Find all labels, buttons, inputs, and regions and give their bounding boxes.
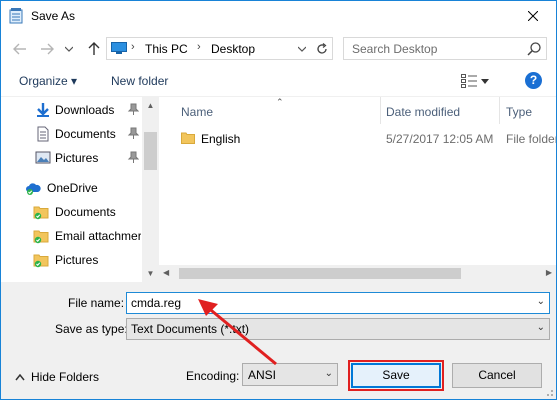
- chevron-down-icon[interactable]: ⌄: [537, 296, 545, 307]
- file-name-label: File name:: [68, 296, 125, 310]
- nav-item-email-attachments[interactable]: Email attachmer: [1, 225, 141, 247]
- close-button[interactable]: [510, 1, 556, 31]
- nav-item-label: Email attachmer: [55, 229, 141, 243]
- details-view-icon: [461, 74, 477, 88]
- refresh-button[interactable]: [313, 40, 331, 58]
- navigation-pane: Downloads Documents Pictures OneDrive Do…: [1, 97, 159, 282]
- nav-item-documents[interactable]: Documents: [1, 123, 141, 145]
- pictures-icon: [35, 151, 51, 164]
- save-as-type-select[interactable]: Text Documents (*.txt) ⌄: [126, 318, 550, 340]
- new-folder-button[interactable]: New folder: [111, 74, 168, 88]
- hide-folders-button[interactable]: Hide Folders: [15, 370, 99, 384]
- title-bar: Save As: [1, 1, 556, 32]
- nav-item-label: Documents: [55, 205, 116, 219]
- nav-item-pictures[interactable]: Pictures: [1, 147, 141, 169]
- pin-icon: [127, 127, 139, 139]
- arrow-up-icon: [88, 42, 100, 55]
- address-dropdown-button[interactable]: [295, 41, 309, 57]
- close-icon: [528, 11, 538, 21]
- forward-button[interactable]: [38, 40, 56, 58]
- back-button[interactable]: [11, 40, 29, 58]
- folder-synced-icon: [33, 254, 49, 268]
- column-divider[interactable]: [380, 97, 381, 124]
- folder-synced-icon: [33, 230, 49, 244]
- save-as-type-label: Save as type:: [55, 322, 128, 336]
- address-bar[interactable]: › This PC › Desktop: [106, 37, 333, 60]
- annotation-arrow: [198, 299, 277, 366]
- chevron-down-icon: [298, 46, 306, 52]
- nav-item-onedrive-pictures[interactable]: Pictures: [1, 249, 141, 271]
- file-date: 5/27/2017 12:05 AM: [386, 132, 494, 146]
- file-type: File folder: [506, 132, 556, 146]
- arrow-left-icon: [13, 43, 26, 55]
- chevron-down-icon: ⌄: [324, 368, 333, 379]
- nav-item-label: OneDrive: [47, 181, 98, 195]
- command-bar: Organize ▾ New folder ?: [1, 65, 556, 97]
- file-name: English: [201, 132, 241, 146]
- scroll-left-icon[interactable]: ◀: [163, 268, 169, 277]
- chevron-down-icon: [481, 78, 489, 84]
- recent-locations-button[interactable]: [63, 40, 75, 58]
- search-input[interactable]: Search Desktop: [343, 37, 547, 60]
- folder-synced-icon: [33, 206, 49, 220]
- sort-ascending-icon: ⌃: [276, 97, 284, 107]
- scroll-down-icon[interactable]: ▼: [146, 269, 155, 278]
- notepad-icon: [9, 8, 23, 24]
- arrow-right-icon: [41, 43, 54, 55]
- chevron-down-icon: [65, 46, 73, 52]
- nav-item-label: Pictures: [55, 253, 99, 267]
- change-view-button[interactable]: [461, 73, 497, 89]
- scrollbar-thumb[interactable]: [144, 132, 157, 170]
- file-row[interactable]: English 5/27/2017 12:05 AM File folder: [159, 128, 556, 150]
- file-name-field[interactable]: cmda.reg ⌄: [126, 292, 550, 314]
- search-placeholder: Search Desktop: [352, 42, 438, 56]
- column-header-name[interactable]: Name: [181, 97, 213, 124]
- column-divider[interactable]: [499, 97, 500, 124]
- file-name-value: cmda.reg: [131, 296, 182, 310]
- cancel-button[interactable]: Cancel: [452, 363, 542, 388]
- nav-item-label: Documents: [55, 127, 116, 141]
- file-list: ⌃ Name Date modified Type English 5/27/2…: [159, 97, 556, 282]
- nav-item-onedrive[interactable]: OneDrive: [1, 177, 141, 199]
- hide-folders-label: Hide Folders: [31, 370, 100, 384]
- navigation-bar: › This PC › Desktop Search Desktop: [1, 32, 556, 65]
- content-area: Downloads Documents Pictures OneDrive Do…: [1, 97, 556, 282]
- pin-icon: [127, 151, 139, 163]
- address-segment-desktop[interactable]: Desktop: [211, 42, 255, 56]
- save-form: File name: cmda.reg ⌄ Save as type: Text…: [1, 282, 556, 399]
- monitor-icon: [111, 42, 127, 54]
- save-button[interactable]: Save: [351, 363, 441, 388]
- scroll-up-icon[interactable]: ▲: [146, 101, 155, 110]
- address-separator: ›: [197, 41, 201, 53]
- column-header-type[interactable]: Type: [506, 97, 532, 124]
- help-button[interactable]: ?: [525, 72, 542, 89]
- window-title: Save As: [31, 9, 76, 23]
- documents-icon: [37, 126, 49, 142]
- nav-item-label: Downloads: [55, 103, 115, 117]
- save-as-dialog: Save As › This PC › Desktop Search Deskt…: [0, 0, 557, 400]
- search-icon[interactable]: [526, 41, 542, 57]
- folder-icon: [181, 132, 195, 144]
- nav-item-label: Pictures: [55, 151, 99, 165]
- nav-item-downloads[interactable]: Downloads: [1, 99, 141, 121]
- scrollbar-thumb[interactable]: [179, 268, 461, 279]
- chevron-down-icon: ⌄: [536, 322, 545, 333]
- address-separator: ›: [131, 41, 135, 53]
- scroll-right-icon[interactable]: ▶: [546, 268, 552, 277]
- pin-icon: [127, 103, 139, 115]
- download-icon: [37, 103, 49, 117]
- nav-pane-scrollbar[interactable]: ▲ ▼: [142, 97, 159, 282]
- nav-item-onedrive-documents[interactable]: Documents: [1, 201, 141, 223]
- refresh-icon: [317, 43, 327, 54]
- file-list-scrollbar[interactable]: ◀ ▶: [159, 265, 556, 282]
- up-button[interactable]: [85, 40, 103, 58]
- resize-grip-icon[interactable]: [544, 387, 554, 397]
- chevron-up-icon: [15, 373, 25, 380]
- organize-menu[interactable]: Organize ▾: [19, 74, 77, 88]
- address-segment-this-pc[interactable]: This PC: [145, 42, 188, 56]
- onedrive-icon: [26, 183, 41, 195]
- column-header-date-modified[interactable]: Date modified: [386, 97, 460, 124]
